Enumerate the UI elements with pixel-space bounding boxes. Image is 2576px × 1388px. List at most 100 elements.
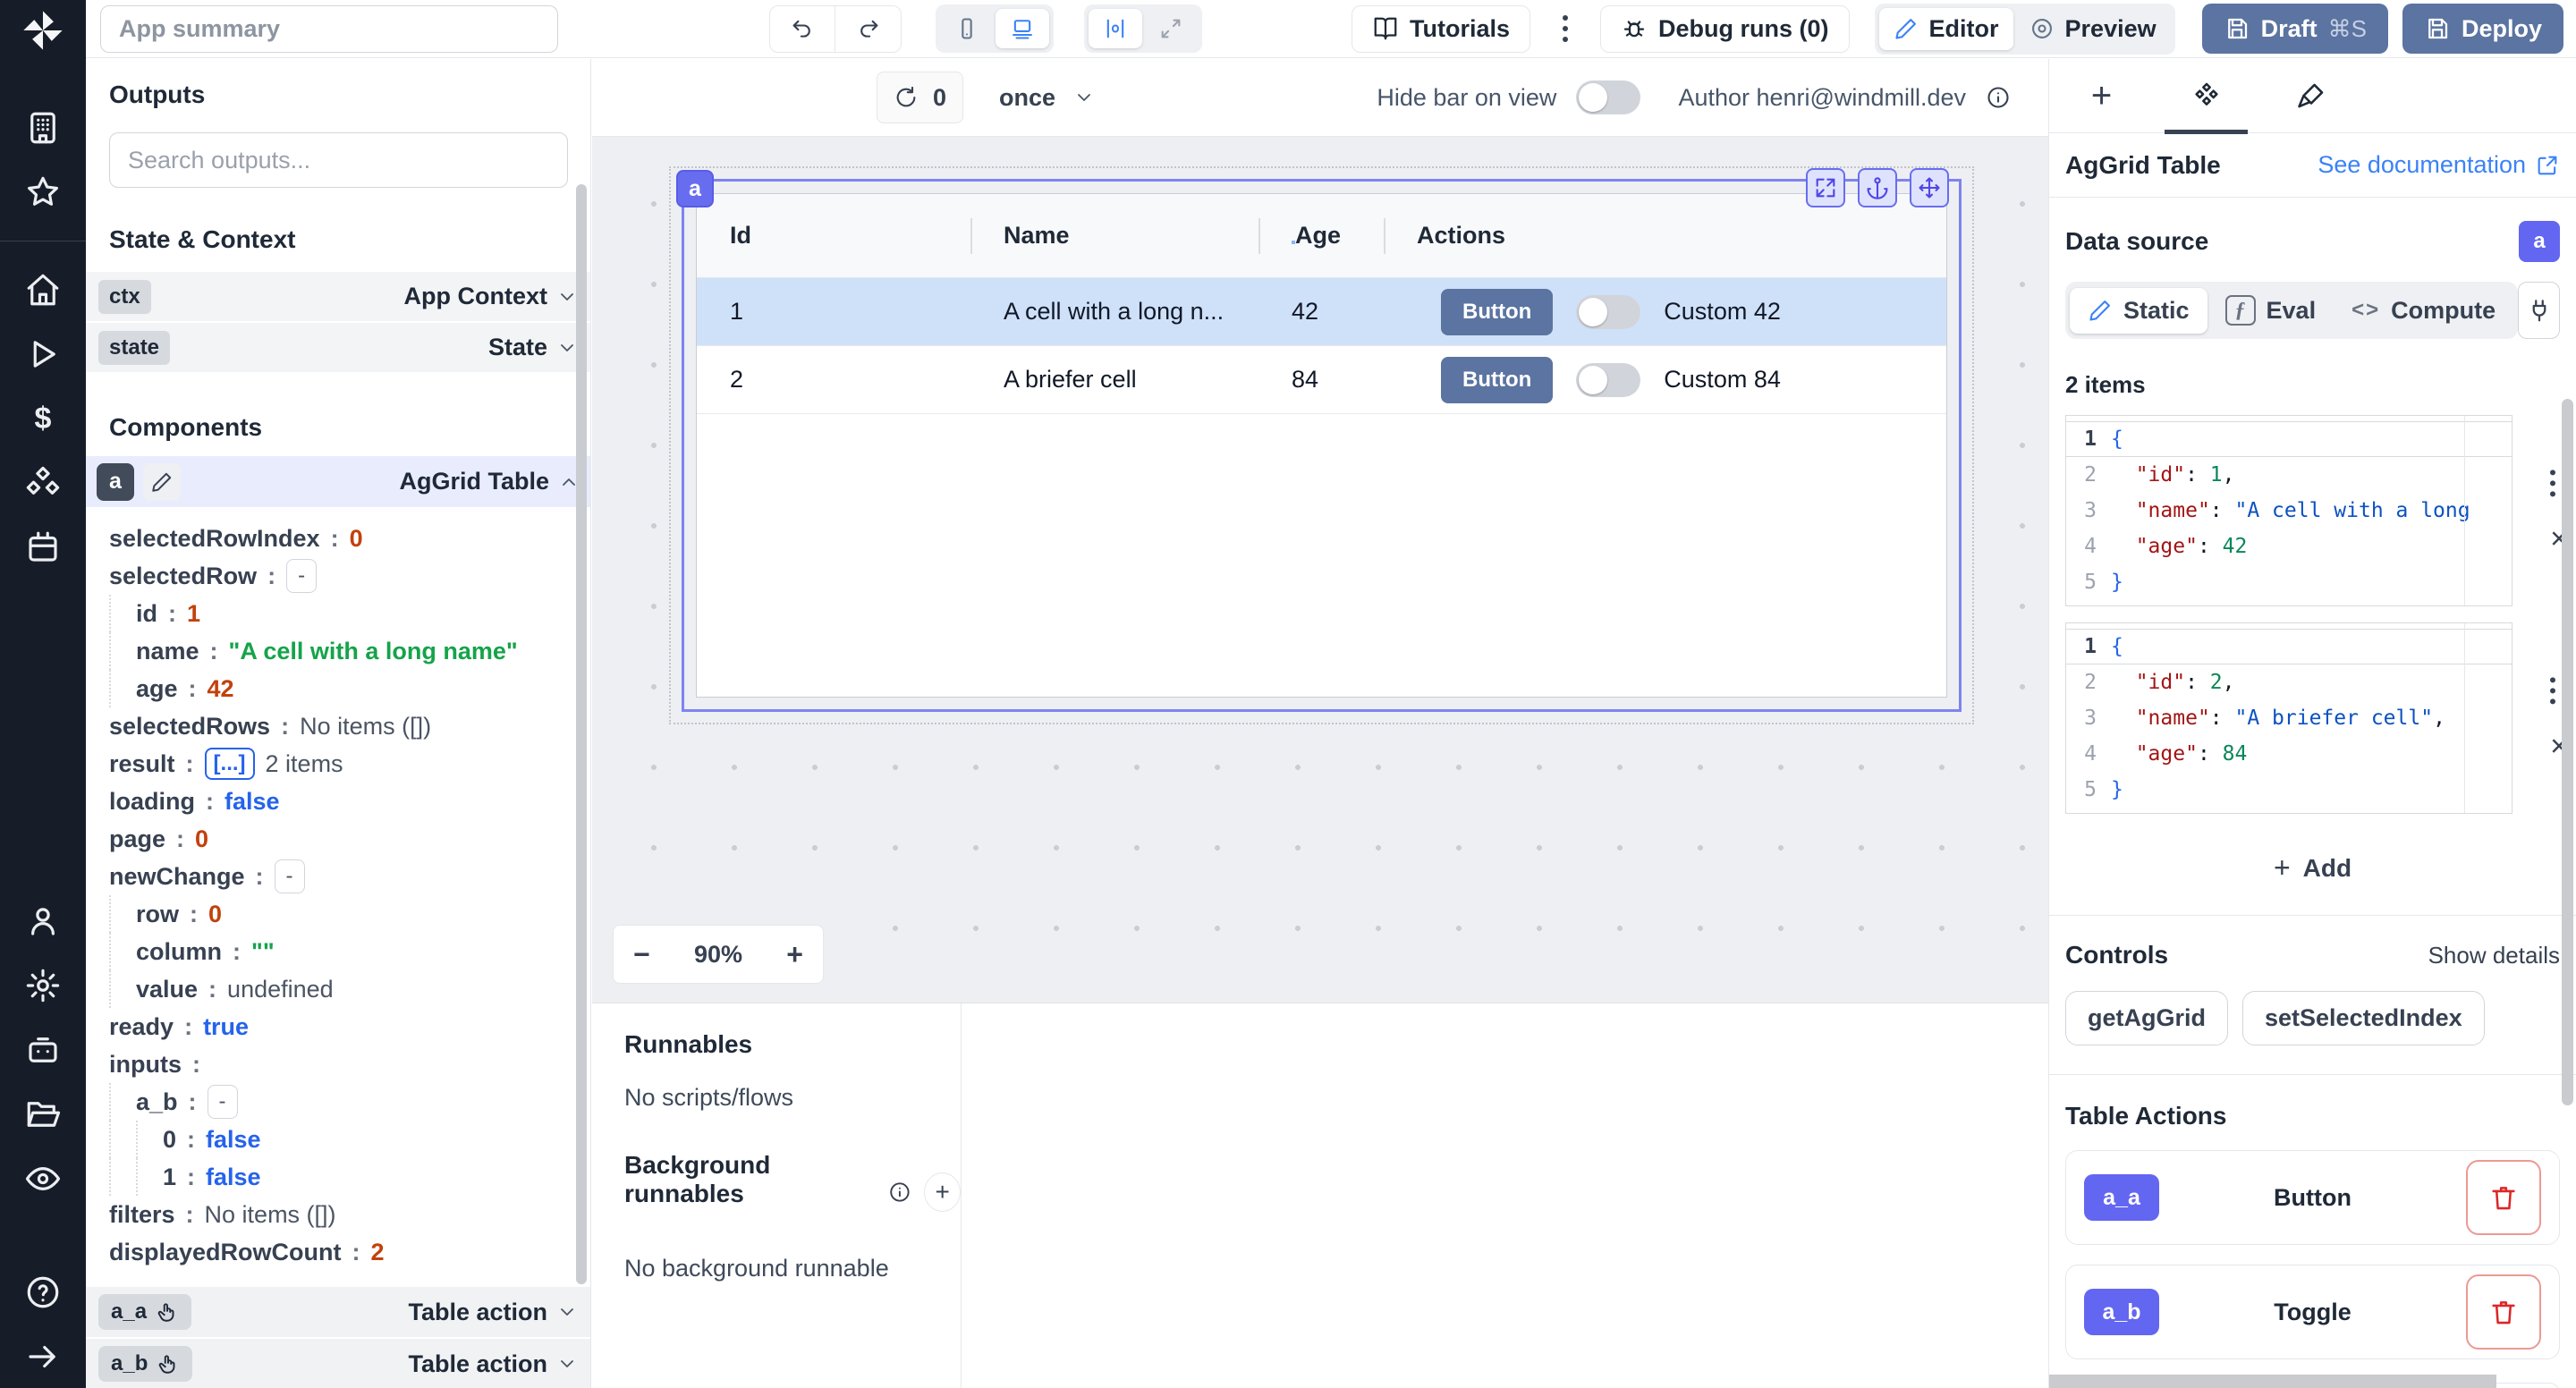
paintbrush-icon <box>2296 80 2326 111</box>
mobile-view-button[interactable] <box>940 9 994 48</box>
control-pill[interactable]: getAgGrid <box>2065 991 2228 1045</box>
editor-tab[interactable]: Editor <box>1879 8 2013 50</box>
json-editor[interactable]: 1{2 "id": 2,3 "name": "A briefer cell",4… <box>2065 622 2512 814</box>
cell-id: 2 <box>697 366 970 394</box>
zoom-in-button[interactable]: + <box>786 940 803 969</box>
aggrid-component[interactable]: a Id Name Age Actions 1 A cell with a lo… <box>696 193 1947 698</box>
row-action-button[interactable]: Button <box>1441 357 1553 403</box>
workers-robot-icon[interactable] <box>24 1031 62 1069</box>
resources-cubes-icon[interactable] <box>24 464 62 502</box>
array-preview-chip[interactable]: [...] <box>205 748 255 780</box>
row-action-toggle[interactable] <box>1576 295 1640 329</box>
center-align-button[interactable] <box>1089 9 1142 48</box>
control-pill[interactable]: setSelectedIndex <box>2242 991 2485 1045</box>
output-prop-value: 1 <box>187 600 200 628</box>
undo-button[interactable] <box>769 5 835 53</box>
hide-bar-toggle[interactable] <box>1576 80 1640 114</box>
runnables-empty: No scripts/flows <box>624 1084 961 1112</box>
output-prop-row: column:"" <box>109 933 590 970</box>
app-canvas[interactable]: a Id Name Age Actions 1 A cell with a lo… <box>592 137 2048 1003</box>
debug-runs-button[interactable]: Debug runs (0) <box>1600 5 1850 53</box>
favorites-star-icon[interactable] <box>24 174 62 211</box>
help-icon[interactable] <box>24 1274 62 1311</box>
tutorials-button[interactable]: Tutorials <box>1352 5 1530 53</box>
source-static-tab[interactable]: Static <box>2070 288 2207 334</box>
header-name[interactable]: Name <box>970 194 1258 277</box>
collapse-chip[interactable]: - <box>286 559 317 593</box>
pen-icon <box>2088 298 2113 323</box>
draft-button[interactable]: Draft ⌘S <box>2202 4 2388 54</box>
anchor-component-icon[interactable] <box>1858 168 1897 207</box>
state-row[interactable]: state State <box>86 323 590 374</box>
output-prop-row: name:"A cell with a long name" <box>109 632 590 670</box>
row-action-button[interactable]: Button <box>1441 289 1553 335</box>
settings-scrollbar[interactable] <box>2562 399 2573 1105</box>
outputs-scrollbar[interactable] <box>576 184 587 1284</box>
aggrid-table: Id Name Age Actions 1 A cell with a long… <box>696 193 1947 698</box>
insert-component-tab[interactable]: + <box>2049 59 2154 132</box>
source-eval-tab[interactable]: ƒ Eval <box>2207 286 2334 334</box>
action-type-label: Table action <box>408 1350 547 1378</box>
schedule-dropdown[interactable]: once <box>999 84 1095 112</box>
refresh-count-button[interactable]: 0 <box>877 72 963 123</box>
workspace-icon[interactable] <box>24 109 62 147</box>
home-icon[interactable] <box>24 271 62 309</box>
header-id[interactable]: Id <box>697 194 970 277</box>
deploy-button[interactable]: Deploy <box>2402 4 2563 54</box>
source-compute-tab[interactable]: <> Compute <box>2334 288 2513 334</box>
collapse-rail-arrow-icon[interactable] <box>24 1338 62 1375</box>
refresh-count: 0 <box>933 84 946 112</box>
preview-tab[interactable]: Preview <box>2015 8 2171 50</box>
runnables-title: Runnables <box>624 1030 961 1059</box>
variables-dollar-icon[interactable]: $ <box>24 400 62 437</box>
more-menu-kebab-icon[interactable] <box>1554 6 1577 51</box>
windmill-logo-icon[interactable] <box>20 7 66 54</box>
schedules-calendar-icon[interactable] <box>24 529 62 566</box>
rename-pencil-icon[interactable] <box>143 463 181 501</box>
app-summary-input[interactable] <box>100 5 558 53</box>
info-icon <box>888 1180 911 1205</box>
expand-component-icon[interactable] <box>1806 168 1845 207</box>
runnables-panel: Runnables No scripts/flows Background ru… <box>592 1003 2048 1388</box>
table-row[interactable]: 1 A cell with a long n... 42 Button Cust… <box>697 278 1946 346</box>
output-prop-value: false <box>206 1126 261 1154</box>
delete-action-button[interactable] <box>2466 1274 2541 1350</box>
settings-gear-icon[interactable] <box>24 967 62 1004</box>
header-age[interactable]: Age <box>1258 194 1384 277</box>
add-background-runnable-button[interactable]: + <box>924 1172 961 1212</box>
background-runnables-title: Background runnables <box>624 1151 876 1208</box>
zoom-out-button[interactable]: − <box>633 940 650 969</box>
component-header-row[interactable]: a AgGrid Table <box>86 456 590 507</box>
styling-brush-tab[interactable] <box>2258 59 2363 132</box>
see-documentation-link[interactable]: See documentation <box>2318 151 2560 179</box>
json-editor[interactable]: 1{2 "id": 1,3 "name": "A cell with a lon… <box>2065 415 2512 606</box>
component-tab-badge[interactable]: a <box>676 170 714 207</box>
pointer-icon <box>156 1300 179 1324</box>
table-row[interactable]: 2 A briefer cell 84 Button Custom 84 <box>697 346 1946 414</box>
info-icon[interactable] <box>1986 85 2011 110</box>
outputs-panel: Outputs State & Context ctx App Context … <box>86 59 591 1388</box>
desktop-view-button[interactable] <box>996 9 1049 48</box>
redo-button[interactable] <box>835 5 902 53</box>
settings-hscrollbar[interactable] <box>2049 1375 2496 1388</box>
show-details-link[interactable]: Show details <box>2428 942 2560 969</box>
audit-eye-icon[interactable] <box>24 1160 62 1198</box>
table-action-row[interactable]: a_b Table action <box>86 1339 590 1388</box>
add-item-button[interactable]: +Add <box>2274 851 2351 884</box>
runs-play-icon[interactable] <box>24 335 62 373</box>
collapse-chip[interactable]: - <box>275 859 305 893</box>
static-item: 1{2 "id": 1,3 "name": "A cell with a lon… <box>2065 415 2512 606</box>
fullscreen-button[interactable] <box>1144 9 1198 48</box>
collapse-chip[interactable]: - <box>208 1085 238 1119</box>
row-action-toggle[interactable] <box>1576 363 1640 397</box>
search-outputs-input[interactable] <box>109 132 568 188</box>
move-component-icon[interactable] <box>1910 168 1949 207</box>
ctx-row[interactable]: ctx App Context <box>86 272 590 323</box>
component-settings-tab[interactable] <box>2154 59 2258 132</box>
folders-icon[interactable] <box>24 1096 62 1133</box>
table-action-row[interactable]: a_a Table action <box>86 1287 590 1339</box>
connect-plug-button[interactable] <box>2518 282 2560 339</box>
delete-action-button[interactable] <box>2466 1160 2541 1235</box>
users-person-icon[interactable] <box>24 902 62 940</box>
data-source-badge: a <box>2519 221 2560 262</box>
